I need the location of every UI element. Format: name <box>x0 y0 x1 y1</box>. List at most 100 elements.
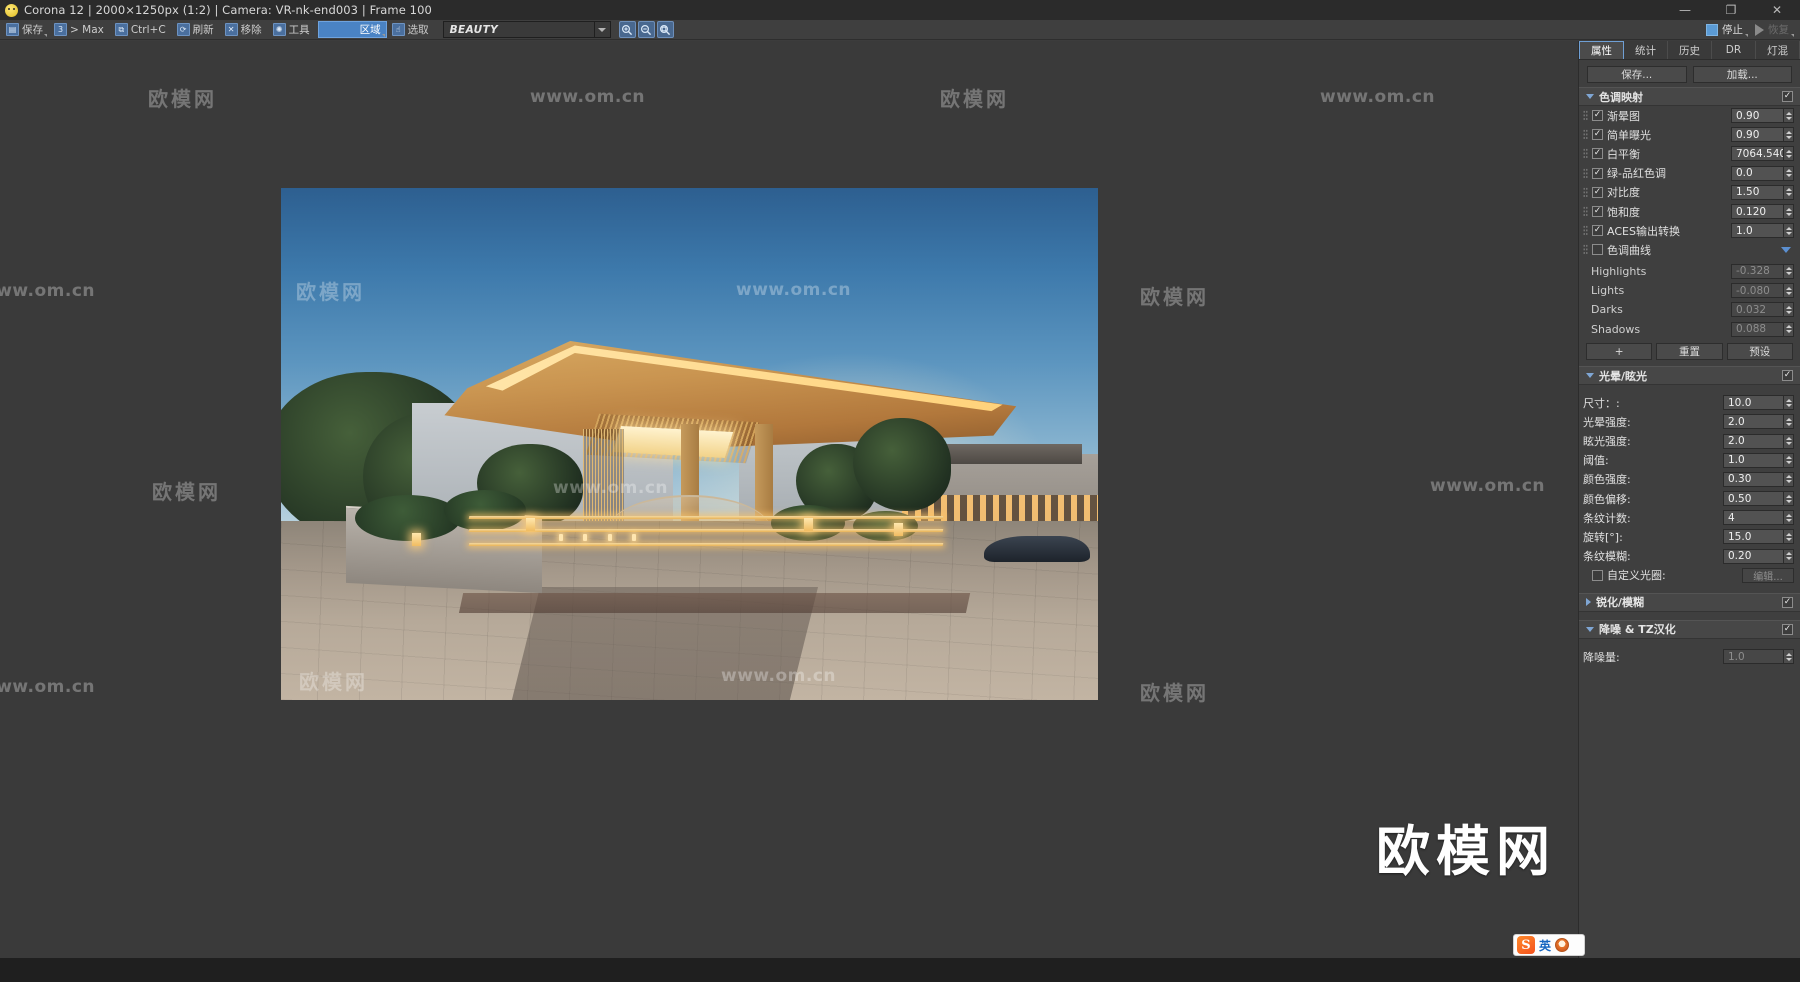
pick-button[interactable]: ☝ 选取 <box>389 21 435 38</box>
green-magenta-stepper[interactable]: 0.0 <box>1731 165 1794 181</box>
spinner-icon[interactable] <box>1783 395 1794 411</box>
drag-handle-icon[interactable] <box>1583 110 1588 122</box>
refresh-button[interactable]: ⟳ 刷新 <box>174 21 220 38</box>
tonemap-row-green-magenta[interactable]: 绿-品红色调 0.0 <box>1579 164 1800 183</box>
tonemap-row-vignette[interactable]: 渐晕图 0.90 <box>1579 106 1800 125</box>
region-button[interactable]: 区域 <box>317 21 387 38</box>
tab-properties[interactable]: 属性 <box>1579 41 1624 59</box>
drag-handle-icon[interactable] <box>1583 167 1588 179</box>
color-intensity-stepper[interactable]: 0.30 <box>1723 471 1794 487</box>
saturation-value[interactable]: 0.120 <box>1731 204 1783 220</box>
section-bloom-glare-checkbox[interactable] <box>1782 370 1793 382</box>
contrast-stepper[interactable]: 1.50 <box>1731 184 1794 200</box>
sogou-pet-icon[interactable] <box>1555 938 1570 952</box>
section-bloom-glare[interactable]: 光晕/眩光 <box>1579 366 1800 386</box>
tonemap-row-aces[interactable]: ACES输出转换 1.0 <box>1579 221 1800 240</box>
spinner-icon[interactable] <box>1783 471 1794 487</box>
glare-intensity-stepper[interactable]: 2.0 <box>1723 433 1794 449</box>
ime-mode-label[interactable]: 英 <box>1539 937 1551 954</box>
white-balance-stepper[interactable]: 7064.540 <box>1731 146 1794 162</box>
send-to-max-button[interactable]: 3 > Max <box>51 21 110 38</box>
section-sharpen-blur[interactable]: 锐化/模糊 <box>1579 592 1800 612</box>
spinner-icon[interactable] <box>1783 283 1794 299</box>
tonemap-row-white-balance[interactable]: 白平衡 7064.540 <box>1579 144 1800 163</box>
rendered-image[interactable]: 欧模网 www.om.cn 欧模网 www.om.cn www.om.cn <box>281 188 1098 700</box>
lights-stepper[interactable]: -0.080 <box>1731 283 1794 299</box>
white-balance-checkbox[interactable] <box>1592 148 1603 160</box>
chevron-down-icon[interactable] <box>594 21 611 38</box>
spinner-icon[interactable] <box>1783 452 1794 468</box>
glare-intensity-value[interactable]: 2.0 <box>1723 433 1783 449</box>
bloom-row-custom-aperture[interactable]: 自定义光圈: 编辑... <box>1579 566 1800 585</box>
drag-handle-icon[interactable] <box>1583 206 1588 218</box>
maximize-icon[interactable]: ❐ <box>1708 0 1754 20</box>
preset-button[interactable]: 预设 <box>1726 343 1793 361</box>
chevron-down-icon[interactable] <box>1781 246 1791 253</box>
streak-blur-value[interactable]: 0.20 <box>1723 548 1783 564</box>
simple-exposure-checkbox[interactable] <box>1592 129 1603 141</box>
ime-indicator[interactable]: S 英 <box>1513 934 1585 956</box>
vignette-stepper[interactable]: 0.90 <box>1731 108 1794 124</box>
darks-stepper[interactable]: 0.032 <box>1731 302 1794 318</box>
tonemap-row-contrast[interactable]: 对比度 1.50 <box>1579 183 1800 202</box>
spinner-icon[interactable] <box>1783 649 1794 665</box>
spinner-icon[interactable] <box>1783 302 1794 318</box>
green-magenta-value[interactable]: 0.0 <box>1731 165 1783 181</box>
bloom-row-color-intensity[interactable]: 颜色强度: 0.30 <box>1579 470 1800 489</box>
threshold-value[interactable]: 1.0 <box>1723 452 1783 468</box>
spinner-icon[interactable] <box>1783 263 1794 279</box>
spinner-icon[interactable] <box>1783 223 1794 239</box>
section-denoise-checkbox[interactable] <box>1782 623 1793 635</box>
bloom-intensity-value[interactable]: 2.0 <box>1723 414 1783 430</box>
green-magenta-checkbox[interactable] <box>1592 167 1603 179</box>
zoom-out-icon[interactable] <box>637 21 655 38</box>
tonemap-row-saturation[interactable]: 饱和度 0.120 <box>1579 202 1800 221</box>
section-denoise[interactable]: 降噪 & TZ汉化 <box>1579 619 1800 639</box>
spinner-icon[interactable] <box>1783 433 1794 449</box>
shadows-value[interactable]: 0.088 <box>1731 321 1783 337</box>
darks-value[interactable]: 0.032 <box>1731 302 1783 318</box>
tab-dr[interactable]: DR <box>1712 41 1756 59</box>
bloom-size-value[interactable]: 10.0 <box>1723 395 1783 411</box>
spinner-icon[interactable] <box>1783 127 1794 143</box>
lights-value[interactable]: -0.080 <box>1731 283 1783 299</box>
tab-lightmix[interactable]: 灯混 <box>1756 41 1800 59</box>
spinner-icon[interactable] <box>1783 204 1794 220</box>
color-shift-value[interactable]: 0.50 <box>1723 491 1783 507</box>
bloom-row-intensity[interactable]: 光晕强度: 2.0 <box>1579 412 1800 431</box>
denoise-row-amount[interactable]: 降噪量: 1.0 <box>1579 647 1800 666</box>
tone-curve-checkbox[interactable] <box>1592 244 1603 256</box>
stop-render-button[interactable]: 停止 <box>1703 21 1750 38</box>
reset-button[interactable]: 重置 <box>1656 343 1723 361</box>
rotation-value[interactable]: 15.0 <box>1723 529 1783 545</box>
copy-button[interactable]: ⧉ Ctrl+C <box>112 21 172 38</box>
drag-handle-icon[interactable] <box>1583 148 1588 160</box>
render-viewport[interactable]: 欧模网 www.om.cn 欧模网 www.om.cn www.om.cn 欧模… <box>0 41 1578 958</box>
spinner-icon[interactable] <box>1783 491 1794 507</box>
aces-stepper[interactable]: 1.0 <box>1731 223 1794 239</box>
tab-history[interactable]: 历史 <box>1668 41 1712 59</box>
save-button[interactable]: ▤ 保存 <box>3 21 49 38</box>
aces-checkbox[interactable] <box>1592 225 1603 237</box>
tonemap-row-tone-curve[interactable]: 色调曲线 <box>1579 240 1800 259</box>
spinner-icon[interactable] <box>1783 165 1794 181</box>
color-intensity-value[interactable]: 0.30 <box>1723 471 1783 487</box>
white-balance-value[interactable]: 7064.540 <box>1731 146 1783 162</box>
contrast-checkbox[interactable] <box>1592 186 1603 198</box>
section-sharpen-blur-checkbox[interactable] <box>1782 596 1793 608</box>
denoise-amount-stepper[interactable]: 1.0 <box>1723 649 1794 665</box>
saturation-checkbox[interactable] <box>1592 206 1603 218</box>
section-tonemapping[interactable]: 色调映射 <box>1579 87 1800 106</box>
zoom-fit-icon[interactable] <box>656 21 674 38</box>
highlights-value[interactable]: -0.328 <box>1731 263 1783 279</box>
bloom-intensity-stepper[interactable]: 2.0 <box>1723 414 1794 430</box>
bloom-row-streak-count[interactable]: 条纹计数: 4 <box>1579 508 1800 527</box>
contrast-value[interactable]: 1.50 <box>1731 184 1783 200</box>
saturation-stepper[interactable]: 0.120 <box>1731 204 1794 220</box>
zoom-in-icon[interactable] <box>618 21 636 38</box>
bloom-row-color-shift[interactable]: 颜色偏移: 0.50 <box>1579 489 1800 508</box>
spinner-icon[interactable] <box>1783 108 1794 124</box>
panel-save-button[interactable]: 保存... <box>1587 66 1687 83</box>
panel-load-button[interactable]: 加载... <box>1692 66 1792 83</box>
spinner-icon[interactable] <box>1783 184 1794 200</box>
